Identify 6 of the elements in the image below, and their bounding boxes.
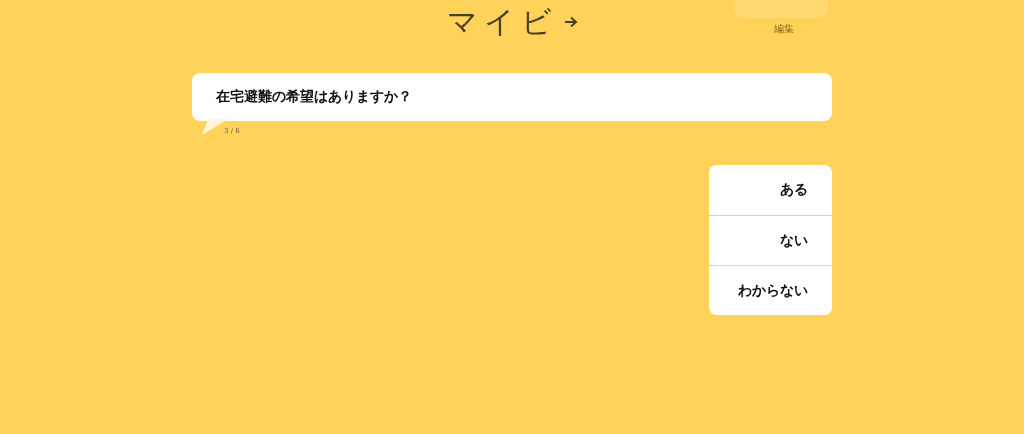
edit-label[interactable]: 編集	[774, 22, 794, 36]
arrow-right-icon[interactable]	[563, 16, 578, 28]
answer-option[interactable]: わからない	[709, 265, 832, 315]
bubble-tail-icon	[202, 119, 228, 135]
question-text: 在宅避難の希望はありますか？	[216, 88, 412, 106]
logo[interactable]: マイビ	[446, 1, 558, 43]
